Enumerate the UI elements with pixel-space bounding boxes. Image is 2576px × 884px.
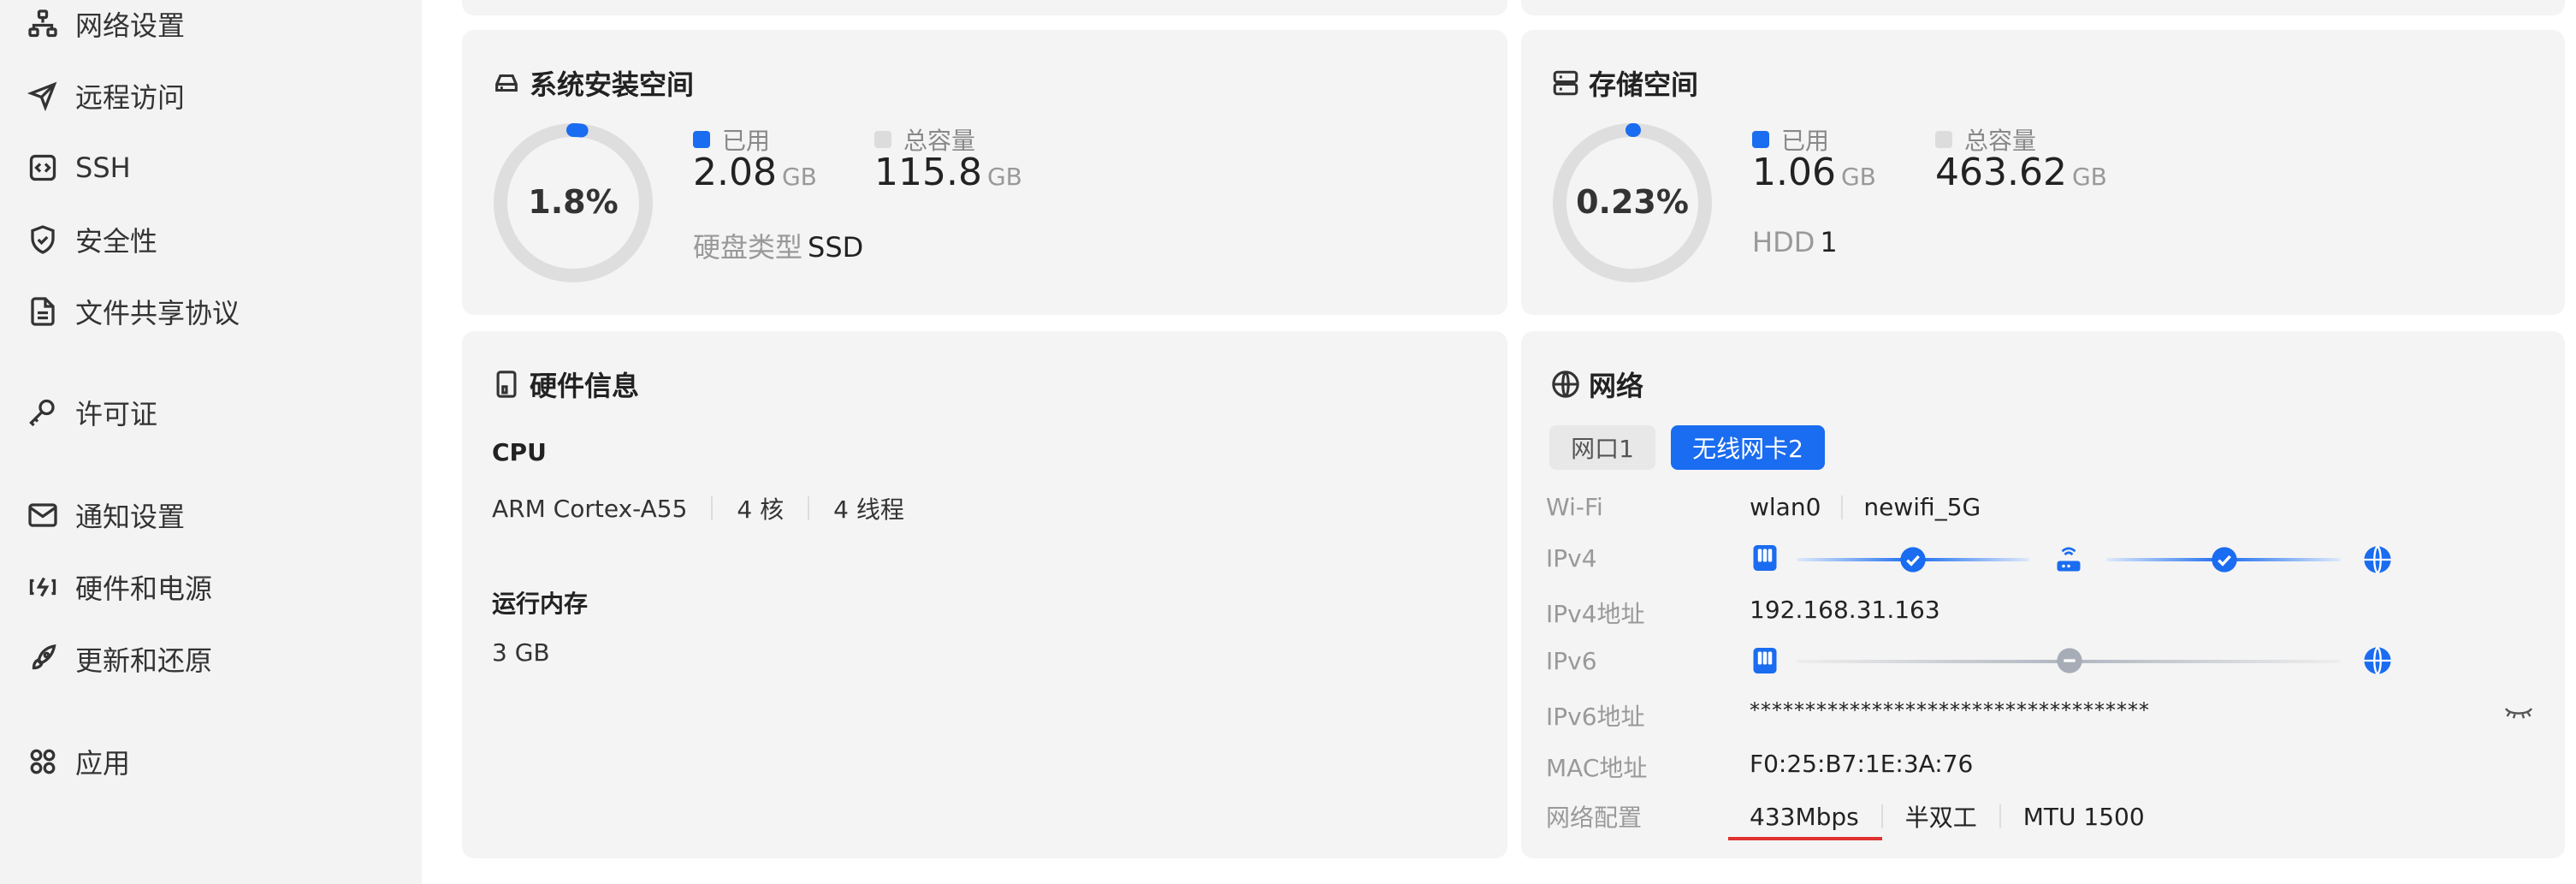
memory-value: 3 GB xyxy=(492,638,550,667)
sidebar-item-update-restore[interactable]: 更新和还原 xyxy=(27,633,212,685)
hardware-title: 硬件信息 xyxy=(492,365,639,404)
nas-device-icon xyxy=(1753,545,1777,571)
power-icon xyxy=(29,577,56,597)
total-swatch xyxy=(1935,131,1952,148)
system-space-percent: 1.8% xyxy=(528,183,619,221)
shield-icon xyxy=(31,225,55,254)
router-icon xyxy=(2057,547,2081,572)
storage-space-percent: 0.23% xyxy=(1576,183,1689,221)
sidebar: 网络设置 远程访问 SSH 安全性 文件共享协议 许可证 通知设置 硬件和电源 … xyxy=(0,0,422,884)
duplex-mode: 半双工 xyxy=(1904,804,1977,832)
key-icon xyxy=(29,399,55,427)
sidebar-item-label: 硬件和电源 xyxy=(75,573,213,605)
link-speed: 433Mbps xyxy=(1750,802,1859,831)
ipv4-address-label: IPv4地址 xyxy=(1546,600,1645,628)
sidebar-item-network-settings[interactable]: 网络设置 xyxy=(27,0,185,50)
device-icon xyxy=(496,371,517,398)
ipv6-disconnected-icon xyxy=(2057,648,2082,673)
network-title: 网络 xyxy=(1551,365,1643,404)
mail-icon xyxy=(28,503,57,527)
cpu-info: ARM Cortex-A55 4 核 4 线程 xyxy=(492,491,904,525)
ipv6-internet-icon xyxy=(2364,646,2391,675)
ipv6-label: IPv6 xyxy=(1546,647,1597,675)
ipv4-address-value: 192.168.31.163 xyxy=(1750,596,1940,624)
sidebar-item-label: 远程访问 xyxy=(75,81,186,114)
ipv4-check-icon-2 xyxy=(2212,547,2237,573)
system-space-total-value: 115.8 GB xyxy=(874,151,1022,194)
ipv4-check-icon-1 xyxy=(1900,547,1926,573)
sidebar-item-label: 文件共享协议 xyxy=(75,297,240,329)
server-icon xyxy=(1553,70,1578,96)
apps-icon xyxy=(30,749,56,774)
system-space-disk-type: 硬盘类型 SSD xyxy=(693,231,864,264)
ipv6-address-label: IPv6地址 xyxy=(1546,703,1645,731)
sidebar-item-license[interactable]: 许可证 xyxy=(27,387,157,438)
used-swatch xyxy=(693,131,710,148)
total-swatch xyxy=(874,131,891,148)
mtu-value: MTU 1500 xyxy=(2022,802,2145,831)
sidebar-item-hardware-power[interactable]: 硬件和电源 xyxy=(27,561,212,613)
eye-closed-icon[interactable] xyxy=(2503,703,2534,724)
network-config-value: 433Mbps 半双工 MTU 1500 xyxy=(1750,799,2145,834)
storage-space-title: 存储空间 xyxy=(1551,63,1698,103)
sidebar-item-ssh[interactable]: SSH xyxy=(27,142,131,193)
cpu-cores: 4 核 xyxy=(737,495,785,524)
storage-space-total-value: 463.62 GB xyxy=(1935,151,2107,194)
network-config-label: 网络配置 xyxy=(1546,804,1643,832)
divider xyxy=(1880,804,1883,828)
sidebar-item-label: 安全性 xyxy=(75,225,158,258)
speed-underline-annotation xyxy=(1728,837,1882,840)
wifi-label: Wi-Fi xyxy=(1546,493,1603,521)
tab-port-1[interactable]: 网口1 xyxy=(1549,425,1655,470)
sidebar-item-label: SSH xyxy=(75,151,131,184)
wifi-value: wlan0 newifi_5G xyxy=(1750,493,1981,521)
divider xyxy=(1999,804,2001,828)
network-card xyxy=(1521,331,2565,858)
mac-value: F0:25:B7:1E:3A:76 xyxy=(1750,750,1974,778)
network-icon xyxy=(28,9,57,38)
system-space-used-value: 2.08 GB xyxy=(693,151,817,194)
divider xyxy=(1841,495,1844,519)
tab-wireless-2[interactable]: 无线网卡2 xyxy=(1671,425,1825,470)
cpu-threads: 4 线程 xyxy=(833,495,904,524)
storage-space-used-value: 1.06 GB xyxy=(1752,151,1876,194)
hard-drive-icon xyxy=(495,74,518,92)
divider xyxy=(808,496,810,520)
wifi-interface: wlan0 xyxy=(1750,493,1821,521)
card-partial-top-right xyxy=(1521,0,2565,15)
sidebar-item-label: 通知设置 xyxy=(75,501,186,533)
system-space-title: 系统安装空间 xyxy=(492,63,694,103)
ipv6-address-value: ************************************ xyxy=(1750,698,2150,722)
ipv4-label: IPv4 xyxy=(1546,544,1597,573)
sidebar-item-label: 网络设置 xyxy=(75,9,186,42)
sidebar-item-label: 应用 xyxy=(75,747,131,780)
used-swatch xyxy=(1752,131,1769,148)
sidebar-item-label: 更新和还原 xyxy=(75,644,213,677)
card-partial-top-left xyxy=(462,0,1507,15)
nas-device-icon xyxy=(1753,648,1777,673)
mac-label: MAC地址 xyxy=(1546,754,1648,782)
sidebar-item-remote-access[interactable]: 远程访问 xyxy=(27,70,185,122)
storage-space-hdd-count: HDD 1 xyxy=(1752,226,1838,258)
wifi-ssid: newifi_5G xyxy=(1863,493,1981,521)
code-icon xyxy=(29,154,56,181)
sidebar-item-notifications[interactable]: 通知设置 xyxy=(27,489,185,541)
file-icon xyxy=(31,297,55,326)
ipv4-internet-icon xyxy=(2364,545,2391,574)
divider xyxy=(711,496,714,520)
rocket-icon xyxy=(32,644,56,670)
sidebar-item-file-sharing[interactable]: 文件共享协议 xyxy=(27,286,240,337)
sidebar-item-apps[interactable]: 应用 xyxy=(27,736,130,787)
globe-icon xyxy=(1552,371,1579,398)
sidebar-item-label: 许可证 xyxy=(75,398,158,430)
hardware-card xyxy=(462,331,1507,858)
send-icon xyxy=(27,81,57,111)
memory-label: 运行内存 xyxy=(492,590,589,618)
cpu-label: CPU xyxy=(492,438,547,466)
cpu-model: ARM Cortex-A55 xyxy=(492,494,688,523)
sidebar-item-security[interactable]: 安全性 xyxy=(27,214,157,265)
